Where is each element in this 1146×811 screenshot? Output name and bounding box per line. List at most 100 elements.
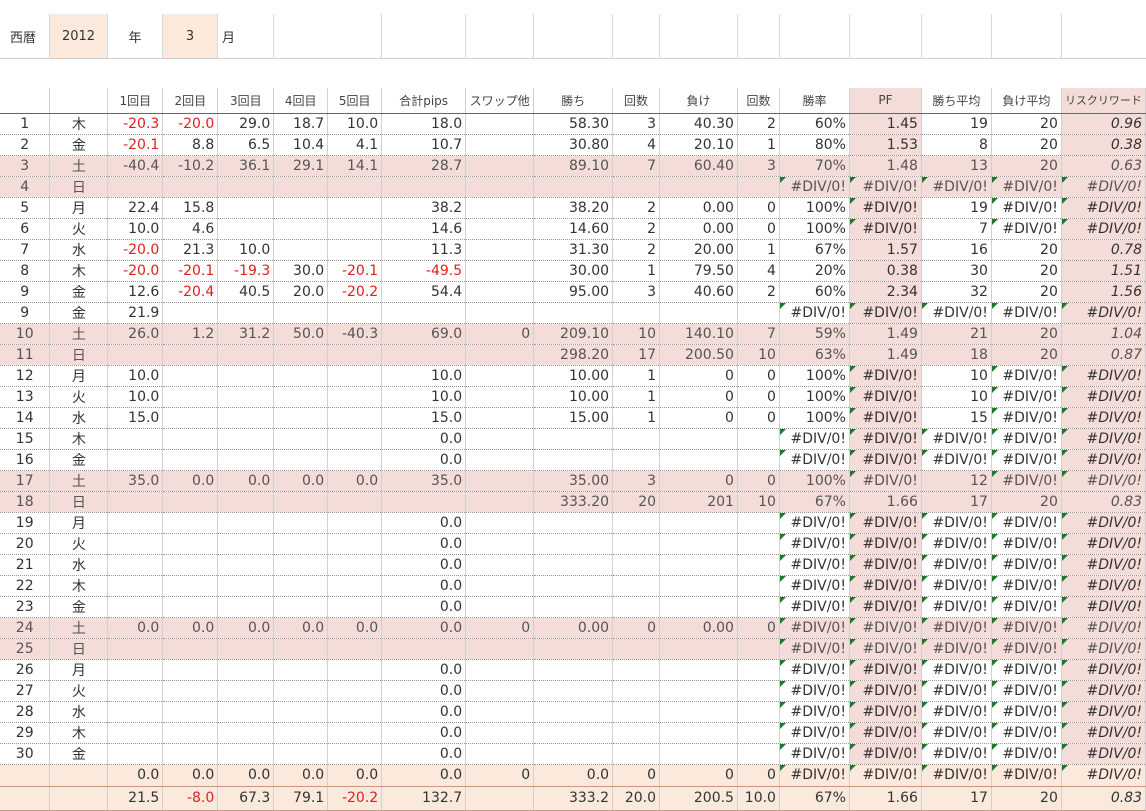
trade-4-cell[interactable] (273, 176, 329, 198)
avg-win-cell[interactable]: 30 (921, 260, 992, 282)
loss-count-cell[interactable]: 0 (737, 197, 780, 219)
weekday-cell[interactable]: 木 (49, 428, 109, 450)
day-cell[interactable]: 17 (0, 470, 51, 492)
risk-reward-cell[interactable]: #DIV/0! (1061, 449, 1146, 471)
column-header[interactable]: 勝率 (779, 88, 850, 114)
win-rate-cell[interactable]: #DIV/0! (779, 722, 850, 744)
win-count-cell[interactable]: 1 (612, 386, 661, 408)
profit-factor-cell[interactable]: #DIV/0! (849, 218, 922, 240)
weekday-cell[interactable]: 日 (49, 638, 109, 660)
swap-cell[interactable] (465, 407, 535, 429)
swap-cell[interactable] (465, 155, 535, 177)
trade-5-cell[interactable]: 14.1 (327, 155, 383, 177)
win-count-cell[interactable]: 17 (612, 344, 661, 366)
trade-4-cell[interactable]: 20.0 (273, 281, 329, 303)
day-cell[interactable]: 18 (0, 491, 51, 513)
profit-factor-cell[interactable]: #DIV/0! (849, 638, 922, 660)
profit-factor-cell[interactable]: #DIV/0! (849, 449, 922, 471)
win-rate-cell[interactable]: #DIV/0! (779, 659, 850, 681)
loss-pips-cell[interactable] (659, 533, 738, 555)
column-header[interactable]: 勝ち平均 (921, 88, 992, 114)
loss-count-cell[interactable]: 0 (737, 764, 780, 787)
risk-reward-cell[interactable]: 0.87 (1061, 344, 1146, 366)
loss-count-cell[interactable]: 3 (737, 155, 780, 177)
avg-loss-cell[interactable]: #DIV/0! (991, 197, 1062, 219)
total-pips-cell[interactable]: 10.0 (381, 386, 467, 408)
loss-count-cell[interactable] (737, 302, 780, 324)
trade-4-cell[interactable] (273, 428, 329, 450)
profit-factor-cell[interactable]: 1.49 (849, 323, 922, 345)
total-pips-cell[interactable]: -49.5 (381, 260, 467, 282)
loss-count-cell[interactable] (737, 659, 780, 681)
trade-1-cell[interactable]: -20.1 (107, 134, 164, 156)
trade-3-cell[interactable]: 29.0 (217, 113, 275, 135)
weekday-cell[interactable]: 月 (49, 197, 109, 219)
trade-3-cell[interactable] (217, 743, 275, 765)
risk-reward-cell[interactable]: 0.96 (1061, 113, 1146, 135)
column-header[interactable]: 2回目 (162, 88, 219, 114)
win-rate-cell[interactable]: #DIV/0! (779, 701, 850, 723)
avg-win-cell[interactable]: 17 (921, 786, 992, 811)
column-header[interactable]: 負け (659, 88, 738, 114)
loss-count-cell[interactable] (737, 596, 780, 618)
loss-count-cell[interactable]: 7 (737, 323, 780, 345)
win-rate-cell[interactable]: 60% (779, 113, 850, 135)
loss-count-cell[interactable] (737, 575, 780, 597)
trade-3-cell[interactable]: 0.0 (217, 764, 275, 787)
loss-pips-cell[interactable]: 0.00 (659, 197, 738, 219)
swap-cell[interactable] (465, 554, 535, 576)
avg-win-cell[interactable]: #DIV/0! (921, 701, 992, 723)
trade-1-cell[interactable] (107, 176, 164, 198)
loss-pips-cell[interactable]: 79.50 (659, 260, 738, 282)
swap-cell[interactable] (465, 260, 535, 282)
trade-4-cell[interactable] (273, 302, 329, 324)
risk-reward-cell[interactable]: 0.63 (1061, 155, 1146, 177)
total-pips-cell[interactable]: 10.0 (381, 365, 467, 387)
day-cell[interactable]: 26 (0, 659, 51, 681)
win-pips-cell[interactable]: 333.20 (533, 491, 614, 513)
win-rate-cell[interactable]: 80% (779, 134, 850, 156)
avg-win-cell[interactable]: #DIV/0! (921, 659, 992, 681)
loss-pips-cell[interactable] (659, 701, 738, 723)
avg-loss-cell[interactable]: #DIV/0! (991, 512, 1062, 534)
trade-5-cell[interactable]: 4.1 (327, 134, 383, 156)
trade-2-cell[interactable] (162, 722, 219, 744)
win-pips-cell[interactable]: 38.20 (533, 197, 614, 219)
trade-1-cell[interactable] (107, 596, 164, 618)
swap-cell[interactable] (465, 596, 535, 618)
trade-3-cell[interactable]: 40.5 (217, 281, 275, 303)
profit-factor-cell[interactable]: #DIV/0! (849, 512, 922, 534)
total-pips-cell[interactable] (381, 638, 467, 660)
loss-count-cell[interactable]: 0 (737, 617, 780, 639)
trade-2-cell[interactable] (162, 533, 219, 555)
win-count-cell[interactable] (612, 743, 661, 765)
trade-4-cell[interactable] (273, 491, 329, 513)
trade-1-cell[interactable]: 21.9 (107, 302, 164, 324)
swap-cell[interactable] (465, 449, 535, 471)
day-cell[interactable]: 5 (0, 197, 51, 219)
column-header[interactable]: 4回目 (273, 88, 329, 114)
day-cell[interactable]: 27 (0, 680, 51, 702)
trade-2-cell[interactable] (162, 449, 219, 471)
total-pips-cell[interactable]: 54.4 (381, 281, 467, 303)
avg-win-cell[interactable]: 10 (921, 386, 992, 408)
trade-5-cell[interactable]: -40.3 (327, 323, 383, 345)
swap-cell[interactable] (465, 659, 535, 681)
total-pips-cell[interactable]: 0.0 (381, 533, 467, 555)
avg-win-cell[interactable]: #DIV/0! (921, 176, 992, 198)
trade-2-cell[interactable]: 0.0 (162, 764, 219, 787)
loss-count-cell[interactable] (737, 533, 780, 555)
win-count-cell[interactable]: 2 (612, 218, 661, 240)
empty-cell[interactable] (660, 14, 738, 58)
risk-reward-cell[interactable]: 1.51 (1061, 260, 1146, 282)
avg-win-cell[interactable]: 7 (921, 218, 992, 240)
avg-win-cell[interactable]: #DIV/0! (921, 533, 992, 555)
trade-5-cell[interactable] (327, 533, 383, 555)
trade-3-cell[interactable] (217, 218, 275, 240)
avg-win-cell[interactable]: #DIV/0! (921, 596, 992, 618)
win-pips-cell[interactable]: 30.00 (533, 260, 614, 282)
loss-count-cell[interactable] (737, 176, 780, 198)
swap-cell[interactable] (465, 176, 535, 198)
total-pips-cell[interactable]: 35.0 (381, 470, 467, 492)
trade-1-cell[interactable]: -20.0 (107, 239, 164, 261)
